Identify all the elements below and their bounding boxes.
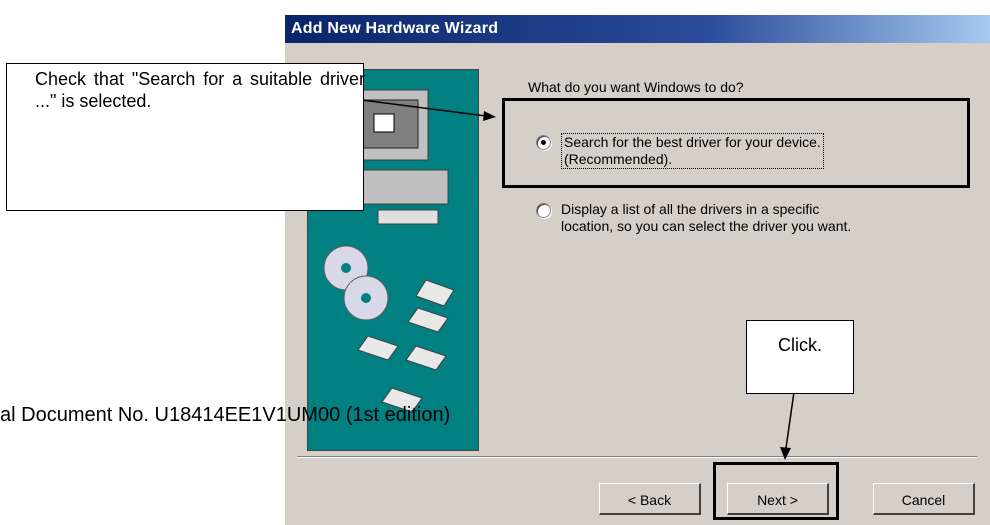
callout-text: Click. [778,335,822,355]
callout-click: Click. [746,320,854,394]
callout-check-selected: Check that "Search for a suitable driver… [6,63,365,211]
document-footer-text: al Document No. U18414EE1V1UM00 (1st edi… [0,404,451,426]
arrow-head-icon [483,111,496,121]
callout-text: Check that "Search for a suitable driver… [35,69,365,111]
arrow-head-icon [780,447,791,460]
